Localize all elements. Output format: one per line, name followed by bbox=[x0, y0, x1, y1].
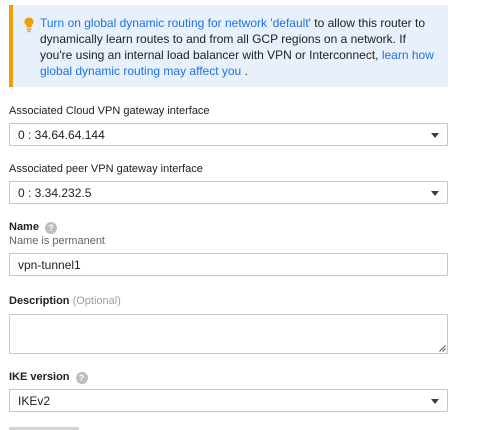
next-field-label-cutoff bbox=[9, 423, 89, 430]
cloud-vpn-interface-select[interactable]: 0 : 34.64.64.144 bbox=[9, 123, 448, 146]
cloud-vpn-interface-value: 0 : 34.64.64.144 bbox=[18, 128, 105, 142]
name-label-row: Name? bbox=[9, 221, 57, 234]
chevron-down-icon bbox=[431, 133, 439, 138]
resize-grip-icon[interactable] bbox=[439, 345, 446, 352]
cloud-vpn-interface-label: Associated Cloud VPN gateway interface bbox=[9, 105, 210, 117]
peer-vpn-interface-select[interactable]: 0 : 3.34.232.5 bbox=[9, 181, 448, 204]
ike-version-label-row: IKE version? bbox=[9, 371, 88, 384]
name-hint: Name is permanent bbox=[9, 235, 105, 247]
description-optional-tag: (Optional) bbox=[72, 295, 121, 307]
info-banner: Turn on global dynamic routing for netwo… bbox=[9, 5, 448, 87]
peer-vpn-interface-label: Associated peer VPN gateway interface bbox=[9, 163, 203, 175]
help-circle-icon[interactable]: ? bbox=[75, 372, 88, 384]
banner-text: Turn on global dynamic routing for netwo… bbox=[40, 15, 440, 79]
description-label-row: Description (Optional) bbox=[9, 295, 121, 307]
name-input[interactable]: vpn-tunnel1 bbox=[9, 253, 448, 276]
global-routing-link[interactable]: Turn on global dynamic routing for netwo… bbox=[40, 16, 311, 30]
help-circle-icon[interactable]: ? bbox=[44, 222, 57, 234]
ike-version-select[interactable]: IKEv2 bbox=[9, 389, 448, 412]
lightbulb-icon bbox=[24, 17, 34, 33]
name-input-value: vpn-tunnel1 bbox=[18, 258, 81, 272]
chevron-down-icon bbox=[431, 399, 439, 404]
description-label: Description bbox=[9, 295, 70, 307]
banner-end-text: . bbox=[241, 64, 248, 78]
peer-vpn-interface-value: 0 : 3.34.232.5 bbox=[18, 186, 92, 200]
name-label: Name bbox=[9, 221, 39, 233]
ike-version-value: IKEv2 bbox=[18, 394, 51, 408]
ike-version-label: IKE version bbox=[9, 371, 70, 383]
description-textarea[interactable] bbox=[9, 314, 448, 354]
chevron-down-icon bbox=[431, 191, 439, 196]
